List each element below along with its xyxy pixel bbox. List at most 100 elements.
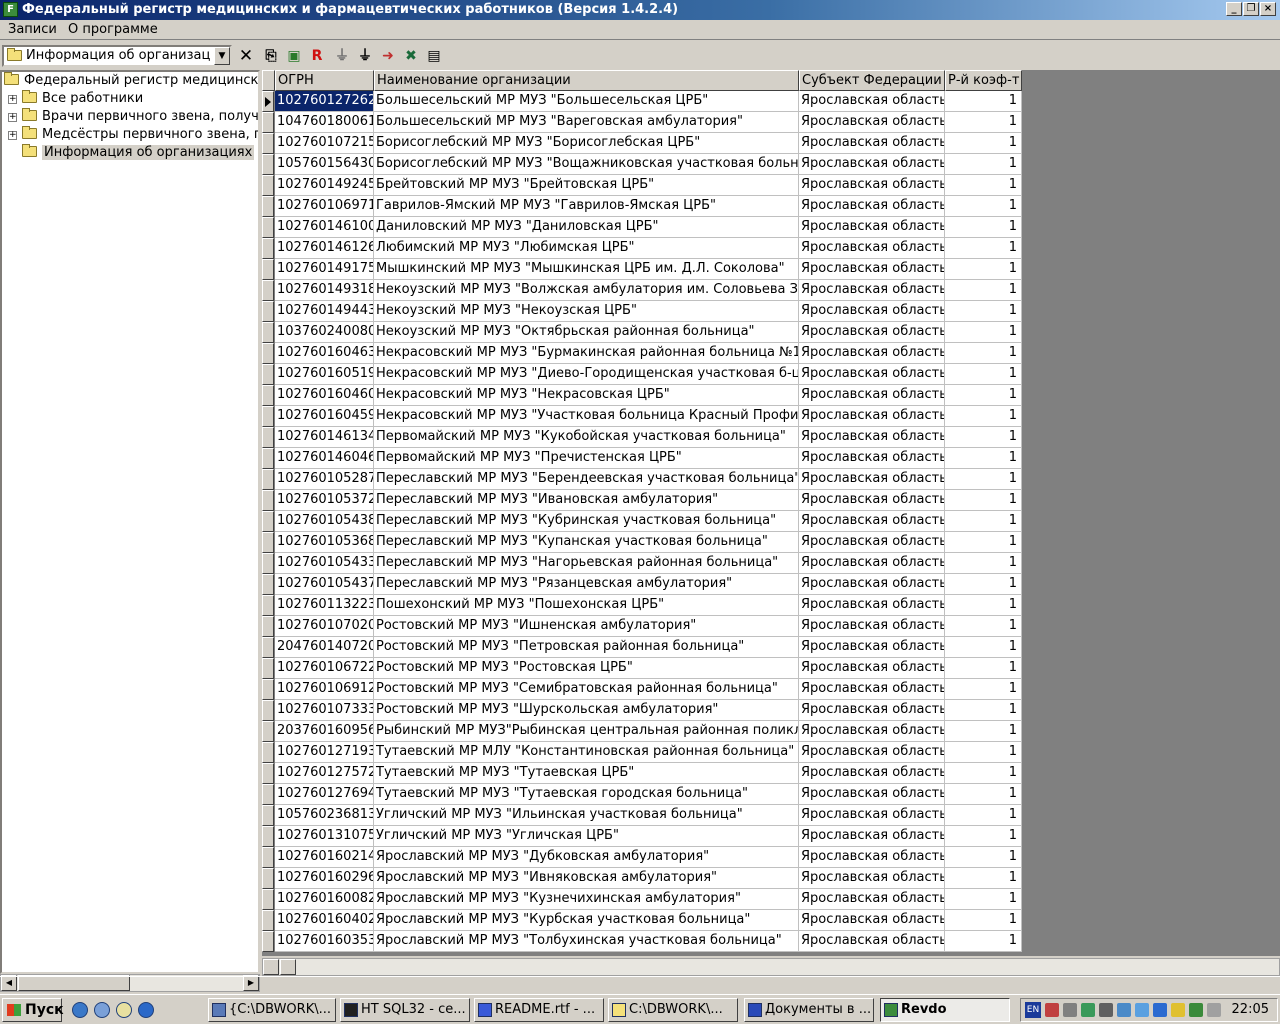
tray-app-icon[interactable] — [1081, 1003, 1095, 1017]
row-indicator[interactable] — [262, 322, 274, 343]
navigation-tree[interactable]: Федеральный регистр медицинск + Все рабо… — [0, 70, 260, 974]
cell-name[interactable]: Угличский МР МУЗ "Ильинская участковая б… — [374, 805, 799, 826]
row-indicator[interactable] — [262, 154, 274, 175]
cell-region[interactable]: Ярославская область — [799, 574, 945, 595]
cell-ogrn[interactable]: 1027601461260 — [275, 238, 374, 259]
table-row[interactable]: 2047601407203 Ростовский МР МУЗ "Петровск… — [262, 637, 1022, 658]
antivirus-icon[interactable] — [1189, 1003, 1203, 1017]
cell-name[interactable]: Некоузский МР МУЗ "Октябрьская районная … — [374, 322, 799, 343]
table-row[interactable]: 1027601053721 Переславский МР МУЗ "Иванов… — [262, 490, 1022, 511]
cell-coef[interactable]: 1 — [945, 784, 1022, 805]
row-indicator[interactable] — [262, 280, 274, 301]
cell-region[interactable]: Ярославская область — [799, 301, 945, 322]
cell-name[interactable]: Рыбинский МР МУЗ"Рыбинская центральная р… — [374, 721, 799, 742]
table-row[interactable]: 1027601053688 Переславский МР МУЗ "Купанс… — [262, 532, 1022, 553]
cell-name[interactable]: Некрасовский МР МУЗ "Диево-Городищенская… — [374, 364, 799, 385]
cell-region[interactable]: Ярославская область — [799, 175, 945, 196]
table-row[interactable]: 1027601070200 Ростовский МР МУЗ "Ишненска… — [262, 616, 1022, 637]
row-indicator[interactable] — [262, 889, 274, 910]
cell-name[interactable]: Ярославский МР МУЗ "Кузнечихинская амбул… — [374, 889, 799, 910]
column-header-region[interactable]: Субъект Федерации — [799, 70, 945, 91]
cell-coef[interactable]: 1 — [945, 700, 1022, 721]
row-indicator[interactable] — [262, 448, 274, 469]
cell-name[interactable]: Ростовский МР МУЗ "Шурскольская амбулато… — [374, 700, 799, 721]
cell-name[interactable]: Некрасовский МР МУЗ "Участковая больница… — [374, 406, 799, 427]
cell-region[interactable]: Ярославская область — [799, 511, 945, 532]
cell-name[interactable]: Ростовский МР МУЗ "Петровская районная б… — [374, 637, 799, 658]
cell-name[interactable]: Переславский МР МУЗ "Рязанцевская амбула… — [374, 574, 799, 595]
cell-region[interactable]: Ярославская область — [799, 259, 945, 280]
cell-region[interactable]: Ярославская область — [799, 133, 945, 154]
cell-ogrn[interactable]: 1027601492456 — [275, 175, 374, 196]
cell-coef[interactable]: 1 — [945, 301, 1022, 322]
table-row[interactable]: 1037602400802 Некоузский МР МУЗ "Октябрьс… — [262, 322, 1022, 343]
refresh-r-icon[interactable]: R — [307, 46, 327, 66]
cell-ogrn[interactable]: 1027601054381 — [275, 511, 374, 532]
cell-name[interactable]: Некоузский МР МУЗ "Некоузская ЦРБ" — [374, 301, 799, 322]
cell-coef[interactable]: 1 — [945, 532, 1022, 553]
row-indicator[interactable] — [262, 196, 274, 217]
tree-item-organizations[interactable]: Информация об организациях — [22, 144, 255, 162]
cell-ogrn[interactable]: 1027601604634 — [275, 343, 374, 364]
row-indicator[interactable] — [262, 616, 274, 637]
cell-coef[interactable]: 1 — [945, 469, 1022, 490]
row-indicator[interactable] — [262, 658, 274, 679]
cell-region[interactable]: Ярославская область — [799, 427, 945, 448]
task-documents[interactable]: Документы в ... — [744, 998, 874, 1022]
cell-coef[interactable]: 1 — [945, 910, 1022, 931]
row-indicator[interactable] — [262, 385, 274, 406]
cell-coef[interactable]: 1 — [945, 385, 1022, 406]
row-indicator[interactable] — [262, 217, 274, 238]
cell-coef[interactable]: 1 — [945, 511, 1022, 532]
row-indicator[interactable] — [262, 847, 274, 868]
table-row[interactable]: 1027601460468 Первомайский МР МУЗ "Пречис… — [262, 448, 1022, 469]
cell-name[interactable]: Переславский МР МУЗ "Нагорьевская районн… — [374, 553, 799, 574]
cell-name[interactable]: Мышкинский МР МУЗ "Мышкинская ЦРБ им. Д.… — [374, 259, 799, 280]
cell-region[interactable]: Ярославская область — [799, 616, 945, 637]
cell-coef[interactable]: 1 — [945, 196, 1022, 217]
cell-coef[interactable]: 1 — [945, 763, 1022, 784]
cell-name[interactable]: Первомайский МР МУЗ "Кукобойская участко… — [374, 427, 799, 448]
cell-coef[interactable]: 1 — [945, 322, 1022, 343]
cell-ogrn[interactable]: 1027601072157 — [275, 133, 374, 154]
table-row[interactable]: 1027601272621 Большесельский МР МУЗ "Боль… — [262, 91, 1022, 112]
cell-coef[interactable]: 1 — [945, 154, 1022, 175]
table-row[interactable]: 1057602368130 Угличский МР МУЗ "Ильинская… — [262, 805, 1022, 826]
table-row[interactable]: 1027601461007 Даниловский МР МУЗ "Данилов… — [262, 217, 1022, 238]
cell-name[interactable]: Ярославский МР МУЗ "Курбская участковая … — [374, 910, 799, 931]
cell-ogrn[interactable]: 1027601272621 — [275, 91, 374, 112]
cell-ogrn[interactable]: 1027601493182 — [275, 280, 374, 301]
table-row[interactable]: 1027601604590 Некрасовский МР МУЗ "Участк… — [262, 406, 1022, 427]
cell-region[interactable]: Ярославская область — [799, 490, 945, 511]
cell-ogrn[interactable]: 1057601564305 — [275, 154, 374, 175]
row-indicator[interactable] — [262, 931, 274, 952]
chevron-down-icon[interactable]: ▼ — [214, 47, 230, 65]
table-row[interactable]: 1027601461260 Любимский МР МУЗ "Любимская… — [262, 238, 1022, 259]
cell-coef[interactable]: 1 — [945, 427, 1022, 448]
cell-name[interactable]: Некрасовский МР МУЗ "Бурмакинская районн… — [374, 343, 799, 364]
restore-button[interactable]: ❐ — [1243, 2, 1259, 16]
cell-region[interactable]: Ярославская область — [799, 721, 945, 742]
column-header-coef[interactable]: Р-й коэф-т — [945, 70, 1022, 91]
cell-coef[interactable]: 1 — [945, 217, 1022, 238]
cell-name[interactable]: Любимский МР МУЗ "Любимская ЦРБ" — [374, 238, 799, 259]
cell-ogrn[interactable]: 1027601073334 — [275, 700, 374, 721]
cell-region[interactable]: Ярославская область — [799, 217, 945, 238]
cell-region[interactable]: Ярославская область — [799, 826, 945, 847]
table-row[interactable]: 1027601602148 Ярославский МР МУЗ "Дубковс… — [262, 847, 1022, 868]
row-indicator[interactable] — [262, 238, 274, 259]
cell-ogrn[interactable]: 1027601053721 — [275, 490, 374, 511]
cell-region[interactable]: Ярославская область — [799, 658, 945, 679]
row-indicator[interactable] — [262, 91, 274, 112]
table-row[interactable]: 1027601069715 Гаврилов-Ямский МР МУЗ "Гав… — [262, 196, 1022, 217]
cell-name[interactable]: Угличский МР МУЗ "Угличская ЦРБ" — [374, 826, 799, 847]
table-row[interactable]: 1027601493182 Некоузский МР МУЗ "Волжская… — [262, 280, 1022, 301]
row-indicator[interactable] — [262, 553, 274, 574]
shield-icon[interactable] — [1153, 1003, 1167, 1017]
table-row[interactable]: 1027601073334 Ростовский МР МУЗ "Шурсколь… — [262, 700, 1022, 721]
cell-coef[interactable]: 1 — [945, 553, 1022, 574]
cell-ogrn[interactable]: 1027601460468 — [275, 448, 374, 469]
row-indicator[interactable] — [262, 742, 274, 763]
expand-icon[interactable]: + — [8, 95, 17, 104]
cell-name[interactable]: Тутаевский МР МУЗ "Тутаевская городская … — [374, 784, 799, 805]
